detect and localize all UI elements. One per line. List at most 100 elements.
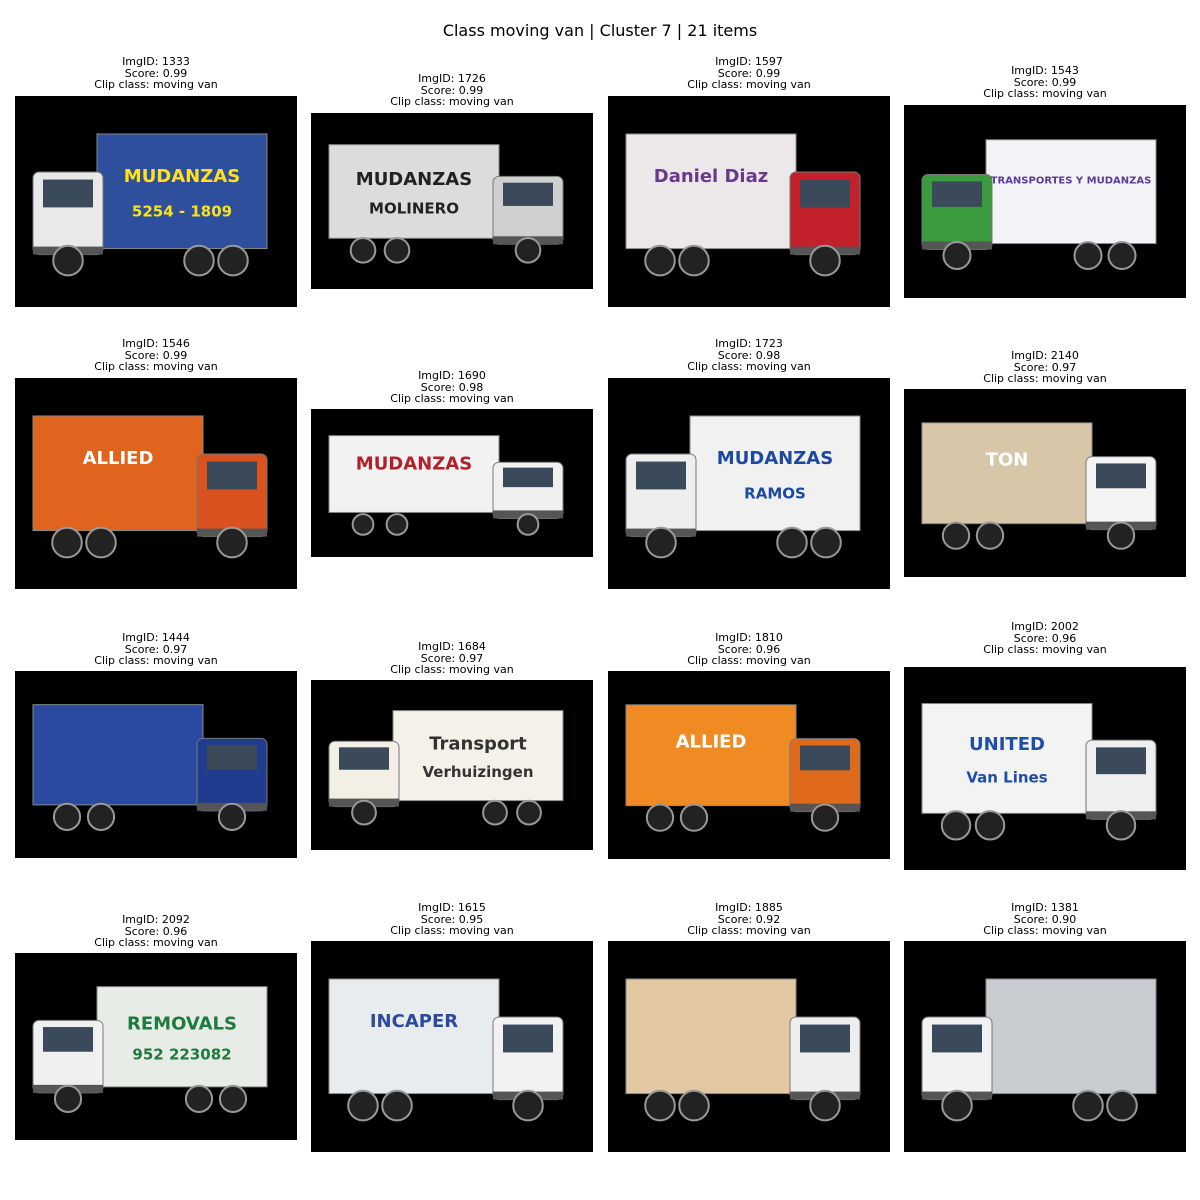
cab-window	[800, 179, 850, 208]
wheel	[940, 810, 972, 841]
box-lettering: MUDANZAS	[124, 166, 240, 187]
truck-illustration	[625, 978, 861, 1122]
wheel	[52, 244, 84, 277]
box-lettering: MUDANZAS	[717, 448, 833, 469]
caption-img-id: ImgID: 2092	[122, 913, 190, 926]
cab-window	[207, 745, 257, 770]
wheel	[1073, 241, 1103, 271]
caption-clip: Clip class: moving van	[390, 392, 514, 405]
wheel	[351, 799, 377, 826]
wheel	[974, 810, 1006, 841]
wheel	[1105, 810, 1137, 841]
wheel	[809, 244, 841, 277]
box-lettering-secondary: Van Lines	[966, 769, 1047, 787]
cell-caption: ImgID: 1543 Score: 0.99 Clip class: moving…	[904, 65, 1186, 100]
caption-img-id: ImgID: 1381	[1011, 901, 1079, 914]
truck-body	[328, 144, 500, 239]
wheel	[52, 802, 82, 831]
truck-body	[32, 704, 204, 806]
wheel	[347, 1089, 379, 1122]
cell-caption: ImgID: 1723 Score: 0.98 Clip class: moving…	[608, 338, 890, 373]
box-lettering-secondary: MOLINERO	[369, 199, 459, 217]
truck-illustration: MUDANZAS 5254 - 1809	[32, 133, 268, 277]
box-lettering: MUDANZAS	[356, 169, 472, 190]
cab-window	[932, 181, 982, 207]
wheel	[810, 526, 842, 559]
truck-image: ALLIED	[15, 378, 297, 589]
caption-img-id: ImgID: 1684	[418, 640, 486, 653]
cell-caption: ImgID: 1690 Score: 0.98 Clip class: moving…	[311, 370, 593, 405]
cab-window	[800, 745, 850, 771]
cell-caption: ImgID: 2092 Score: 0.96 Clip class: moving…	[15, 914, 297, 949]
wheel	[516, 513, 540, 536]
box-lettering: REMOVALS	[127, 1013, 237, 1034]
truck-illustration: ALLIED	[32, 415, 268, 559]
wheel	[644, 244, 676, 277]
truck-image: TON	[904, 389, 1186, 577]
truck-image: MUDANZAS RAMOS	[608, 378, 890, 589]
truck-body	[985, 978, 1157, 1095]
box-lettering: Transport	[429, 733, 527, 754]
cell-caption: ImgID: 2140 Score: 0.97 Clip class: moving…	[904, 350, 1186, 385]
truck-image: REMOVALS 952 223082	[15, 953, 297, 1140]
truck-illustration: MUDANZAS	[328, 435, 564, 536]
caption-clip: Clip class: moving van	[390, 924, 514, 937]
caption-img-id: ImgID: 1723	[715, 337, 783, 350]
truck-body	[689, 415, 861, 532]
truck-illustration: Transport Verhuizingen	[328, 710, 564, 826]
cab-window	[43, 179, 93, 208]
cab-window	[932, 1024, 982, 1053]
wheel	[349, 236, 377, 264]
wheel	[351, 513, 375, 536]
cell-caption: ImgID: 1684 Score: 0.97 Clip class: moving…	[311, 641, 593, 676]
truck-body	[625, 978, 797, 1095]
truck-illustration: Daniel Diaz	[625, 133, 861, 277]
box-lettering: MUDANZAS	[356, 453, 472, 474]
wheel	[383, 236, 411, 264]
caption-clip: Clip class: moving van	[687, 924, 811, 937]
box-lettering-secondary: Verhuizingen	[423, 763, 534, 781]
wheel	[942, 241, 972, 271]
truck-body	[96, 986, 268, 1088]
figure-title: Class moving van | Cluster 7 | 21 items	[442, 21, 758, 40]
wheel	[1106, 1089, 1138, 1122]
truck-body	[32, 415, 204, 532]
wheel	[51, 526, 83, 559]
caption-img-id: ImgID: 2140	[1011, 349, 1079, 362]
caption-img-id: ImgID: 1726	[418, 72, 486, 85]
caption-clip: Clip class: moving van	[687, 78, 811, 91]
truck-body	[985, 139, 1157, 245]
cab-window	[503, 467, 553, 488]
wheel	[482, 799, 508, 826]
wheel	[678, 244, 710, 277]
wheel	[53, 1084, 83, 1113]
cell-caption: ImgID: 1726 Score: 0.99 Clip class: moving…	[311, 73, 593, 108]
box-lettering: Daniel Diaz	[654, 166, 768, 187]
caption-img-id: ImgID: 1333	[122, 55, 190, 68]
caption-img-id: ImgID: 1810	[715, 631, 783, 644]
caption-clip: Clip class: moving van	[94, 654, 218, 667]
wheel	[217, 802, 247, 831]
truck-illustration: MUDANZAS MOLINERO	[328, 144, 564, 264]
caption-clip: Clip class: moving van	[983, 643, 1107, 656]
caption-clip: Clip class: moving van	[983, 372, 1107, 385]
caption-clip: Clip class: moving van	[94, 936, 218, 949]
cell-caption: ImgID: 2002 Score: 0.96 Clip class: moving…	[904, 621, 1186, 656]
cell-caption: ImgID: 1810 Score: 0.96 Clip class: moving…	[608, 632, 890, 667]
caption-clip: Clip class: moving van	[390, 95, 514, 108]
wheel	[217, 244, 249, 277]
wheel	[645, 803, 675, 832]
cab-window	[800, 1024, 850, 1053]
box-lettering: ALLIED	[83, 448, 154, 469]
truck-image	[608, 941, 890, 1152]
wheel	[644, 1089, 676, 1122]
cell-caption: ImgID: 1333 Score: 0.99 Clip class: moving…	[15, 56, 297, 91]
truck-image: UNITED Van Lines	[904, 667, 1186, 870]
wheel	[85, 526, 117, 559]
box-lettering: INCAPER	[370, 1011, 458, 1032]
caption-img-id: ImgID: 1690	[418, 369, 486, 382]
truck-body	[96, 133, 268, 250]
cab-window	[1096, 747, 1146, 775]
cab-window	[207, 461, 257, 490]
truck-image: ALLIED	[608, 671, 890, 859]
